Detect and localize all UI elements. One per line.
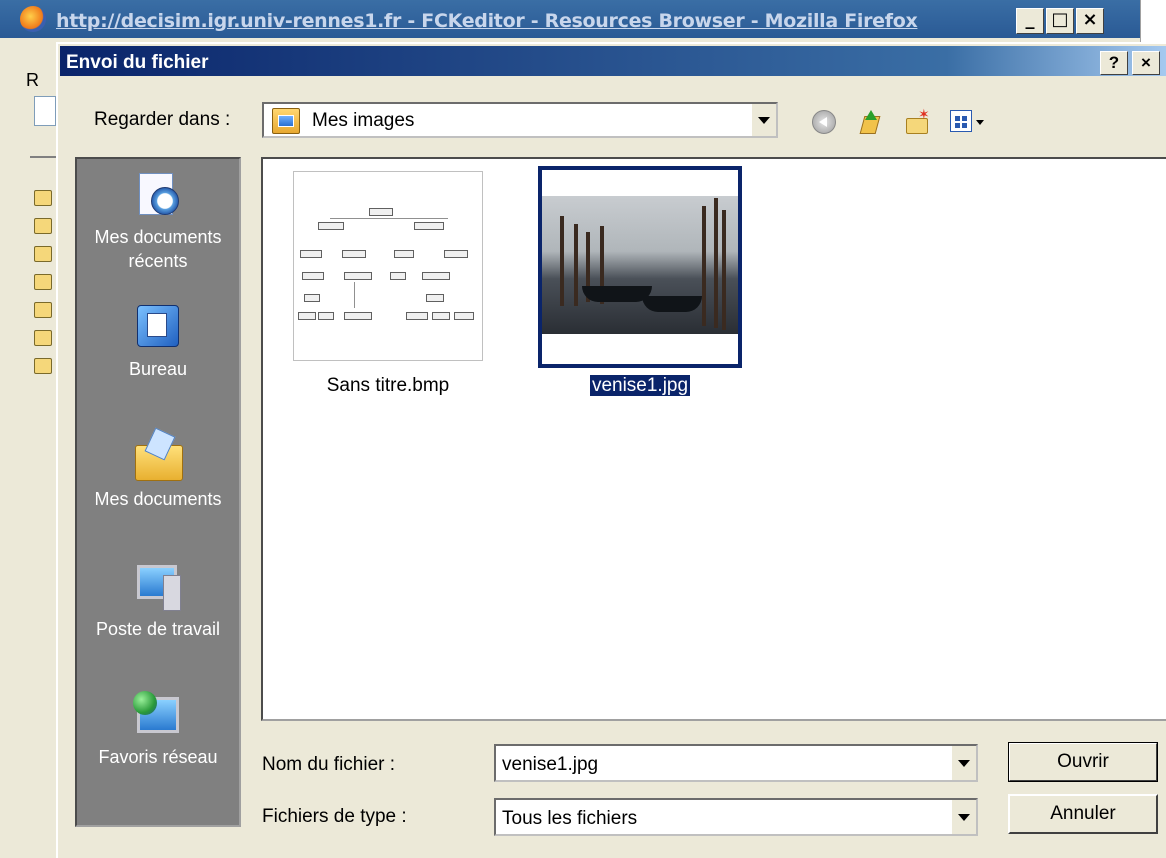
place-label: Mes documents	[94, 489, 222, 509]
look-in-value: Mes images	[312, 110, 415, 131]
my-pictures-folder-icon	[272, 108, 300, 134]
file-thumbnail	[293, 171, 483, 361]
file-item-sans-titre-bmp[interactable]: Sans titre.bmp	[293, 171, 483, 411]
folder-icon[interactable]	[34, 302, 52, 318]
open-button[interactable]: Ouvrir	[1008, 742, 1158, 782]
desktop-icon	[133, 301, 183, 351]
file-type-label: Fichiers de type :	[262, 806, 407, 827]
file-type-dropdown[interactable]: Tous les fichiers	[494, 798, 978, 836]
places-bar: Mes documents récents Bureau Mes documen…	[75, 157, 241, 827]
dialog-title: Envoi du fichier	[66, 52, 209, 73]
venice-photo-thumbnail	[542, 196, 738, 334]
chevron-down-icon[interactable]	[750, 104, 776, 136]
background-input[interactable]	[34, 96, 56, 126]
place-desktop[interactable]: Bureau	[77, 301, 239, 381]
folder-icon[interactable]	[34, 274, 52, 290]
file-name-value: venise1.jpg	[502, 754, 599, 775]
file-upload-dialog: Envoi du fichier ? × Regarder dans : Mes…	[56, 42, 1166, 858]
recent-documents-icon	[133, 169, 183, 219]
folder-icon[interactable]	[34, 246, 52, 262]
file-name: venise1.jpg	[588, 374, 692, 397]
views-menu-icon[interactable]	[950, 110, 972, 132]
background-window-title: http://decisim.igr.univ-rennes1.fr - FCK…	[56, 10, 918, 32]
file-thumbnail-selected	[538, 166, 742, 368]
background-close-button[interactable]: ×	[1076, 8, 1104, 34]
my-computer-icon	[133, 561, 183, 611]
network-places-icon	[133, 689, 183, 739]
background-window-titlebar: http://decisim.igr.univ-rennes1.fr - FCK…	[0, 0, 1166, 38]
cancel-button[interactable]: Annuler	[1008, 794, 1158, 834]
file-list[interactable]: Sans titre.bmp venise1.jpg	[261, 157, 1166, 721]
dialog-titlebar[interactable]: Envoi du fichier ? ×	[60, 46, 1166, 76]
firefox-icon	[20, 6, 46, 32]
place-network-places[interactable]: Favoris réseau	[77, 689, 239, 769]
maximize-button[interactable]: □	[1046, 8, 1074, 34]
chevron-down-icon[interactable]	[950, 746, 976, 780]
folder-icon[interactable]	[34, 330, 52, 346]
look-in-dropdown[interactable]: Mes images	[262, 102, 778, 138]
chevron-down-icon[interactable]	[976, 120, 984, 125]
folder-icon[interactable]	[34, 190, 52, 206]
background-label: R	[26, 70, 39, 90]
my-documents-icon	[133, 431, 183, 481]
file-name-input[interactable]: venise1.jpg	[494, 744, 978, 782]
background-window-content	[0, 38, 50, 856]
minimize-button[interactable]: _	[1016, 8, 1044, 34]
place-label: Poste de travail	[95, 619, 221, 639]
look-in-label: Regarder dans :	[94, 109, 231, 130]
file-item-venise1-jpg[interactable]: venise1.jpg	[538, 166, 742, 411]
folder-icon[interactable]	[34, 358, 52, 374]
file-name: Sans titre.bmp	[326, 375, 450, 396]
place-my-computer[interactable]: Poste de travail	[77, 561, 239, 641]
dialog-close-button[interactable]: ×	[1132, 51, 1160, 75]
file-type-value: Tous les fichiers	[502, 808, 638, 829]
place-label: Mes documents récents	[94, 227, 222, 271]
place-recent-documents[interactable]: Mes documents récents	[77, 169, 239, 273]
place-my-documents[interactable]: Mes documents	[77, 431, 239, 511]
place-label: Favoris réseau	[98, 747, 218, 767]
folder-icon[interactable]	[34, 218, 52, 234]
place-label: Bureau	[128, 359, 188, 379]
chevron-down-icon[interactable]	[950, 800, 976, 834]
help-button[interactable]: ?	[1100, 51, 1128, 75]
file-name-label: Nom du fichier :	[262, 754, 396, 775]
up-folder-icon[interactable]	[858, 110, 882, 134]
new-folder-icon[interactable]	[904, 106, 930, 134]
back-icon[interactable]	[812, 110, 836, 134]
